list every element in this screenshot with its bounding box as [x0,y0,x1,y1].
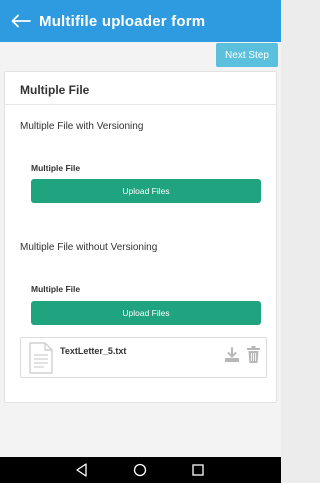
field-label-no-versioning: Multiple File [31,284,81,294]
page-title: Multifile uploader form [39,12,206,30]
triangle-back-icon[interactable] [74,462,90,478]
card-divider [5,104,276,105]
trash-icon[interactable] [247,346,260,363]
field-label-versioning: Multiple File [31,163,81,173]
upload-files-button-versioning[interactable]: Upload Files [31,179,261,203]
app-bar: Multifile uploader form [0,0,281,42]
upload-files-button-no-versioning[interactable]: Upload Files [31,301,261,325]
section-label-versioning: Multiple File with Versioning [20,121,144,132]
app-screen: Multifile uploader form Next Step Multip… [0,0,281,483]
card-title: Multiple File [20,83,90,97]
multiple-file-card: Multiple File Multiple File with Version… [4,71,277,403]
file-name: TextLetter_5.txt [60,346,127,356]
section-label-no-versioning: Multiple File without Versioning [20,242,158,253]
system-nav-bar [0,457,281,483]
next-step-button[interactable]: Next Step [216,43,278,67]
document-icon [29,342,53,374]
back-button[interactable] [0,0,36,42]
square-recent-icon[interactable] [190,462,206,478]
circle-home-icon[interactable] [132,462,148,478]
file-item: TextLetter_5.txt [20,337,267,378]
arrow-left-icon [11,14,31,28]
download-icon[interactable] [224,347,240,363]
